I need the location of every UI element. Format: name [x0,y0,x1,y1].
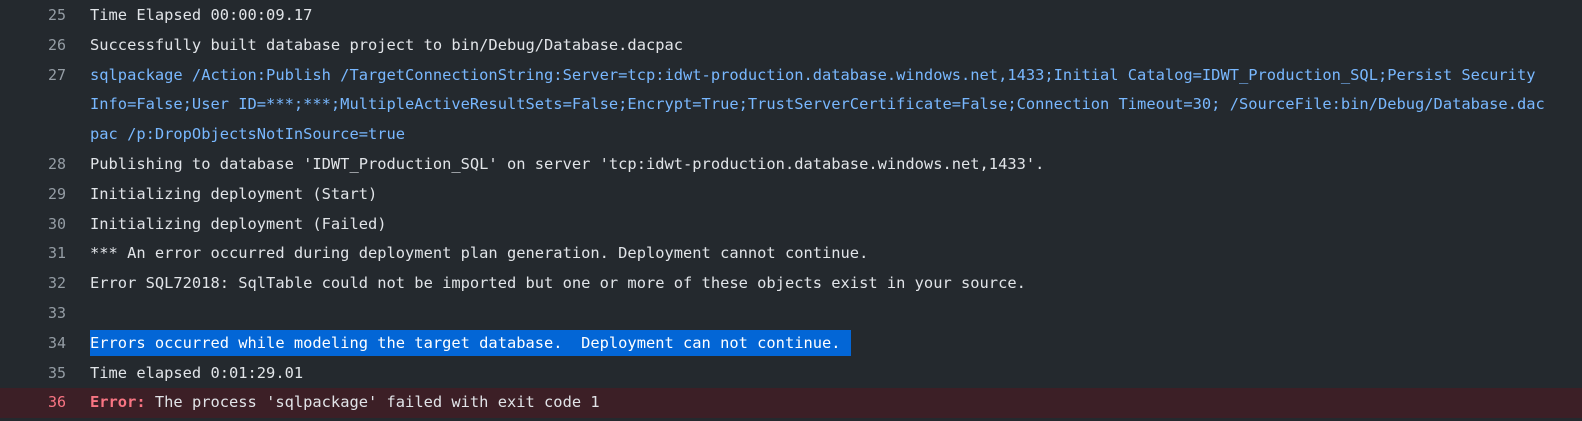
log-line-29[interactable]: 29 Initializing deployment (Start) [0,180,1582,210]
line-number[interactable]: 26 [0,31,66,61]
line-number[interactable]: 29 [0,180,66,210]
log-text: Successfully built database project to b… [90,35,684,54]
line-number[interactable]: 31 [0,239,66,269]
log-line-31[interactable]: 31 *** An error occurred during deployme… [0,239,1582,269]
line-number[interactable]: 36 [0,388,66,418]
error-label: Error: [90,393,146,412]
log-line-25[interactable]: 25 Time Elapsed 00:00:09.17 [0,1,1582,31]
log-line-28[interactable]: 28 Publishing to database 'IDWT_Producti… [0,150,1582,180]
log-line-33[interactable]: 33 [0,299,1582,329]
log-line-34[interactable]: 34 Errors occurred while modeling the ta… [0,329,1582,359]
log-line-26[interactable]: 26 Successfully built database project t… [0,31,1582,61]
line-number[interactable]: 34 [0,329,66,359]
build-log: 25 Time Elapsed 00:00:09.17 26 Successfu… [0,0,1582,421]
log-line-36-error[interactable]: 36 Error: The process 'sqlpackage' faile… [0,388,1582,419]
line-number[interactable]: 35 [0,359,66,389]
line-number[interactable]: 32 [0,269,66,299]
line-number[interactable]: 33 [0,299,66,329]
log-text: Time Elapsed 00:00:09.17 [90,6,313,24]
log-text: Error SQL72018: SqlTable could not be im… [90,274,1026,293]
line-number[interactable]: 30 [0,210,66,240]
log-text-container: Errors occurred while modeling the targe… [66,329,1550,359]
error-message: Error: The process 'sqlpackage' failed w… [66,388,1550,418]
log-text: Publishing to database 'IDWT_Production_… [90,154,1045,173]
log-text: Initializing deployment (Start) [90,184,378,203]
line-number[interactable]: 28 [0,150,66,180]
log-text: *** An error occurred during deployment … [90,244,869,263]
log-line-32[interactable]: 32 Error SQL72018: SqlTable could not be… [0,269,1582,299]
line-number[interactable]: 25 [0,1,66,31]
error-text: The process 'sqlpackage' failed with exi… [145,393,600,412]
log-text: Time elapsed 0:01:29.01 [90,363,304,382]
log-line-27[interactable]: 27 sqlpackage /Action:Publish /TargetCon… [0,61,1582,150]
selected-text[interactable]: Errors occurred while modeling the targe… [90,329,851,356]
log-text: Initializing deployment (Failed) [90,214,387,233]
log-line-30[interactable]: 30 Initializing deployment (Failed) [0,210,1582,240]
log-line-35[interactable]: 35 Time elapsed 0:01:29.01 [0,359,1582,389]
line-number[interactable]: 27 [0,61,66,91]
command-text: sqlpackage /Action:Publish /TargetConnec… [90,65,1545,144]
